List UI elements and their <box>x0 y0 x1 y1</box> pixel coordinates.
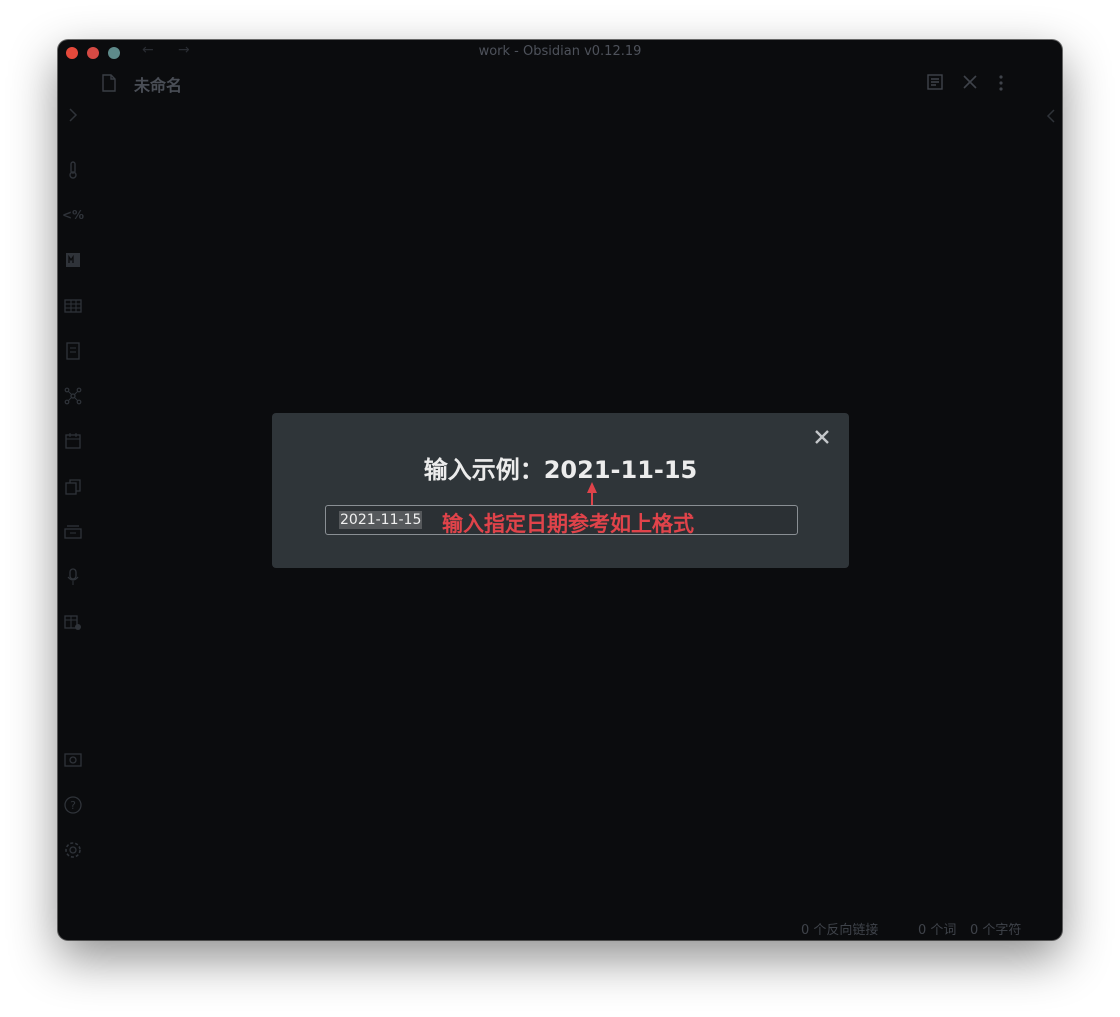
date-input-modal: 输入示例：2021-11-15 2021-11-15 输入指定日期参考如上格式 <box>272 413 849 568</box>
file-title[interactable]: 未命名 <box>134 72 182 96</box>
markdown-icon[interactable] <box>64 251 82 269</box>
obsidian-window: ← → work - Obsidian v0.12.19 未命名 <% ? 0 … <box>58 40 1062 940</box>
status-words: 0 个词 <box>918 923 957 938</box>
annotation-note: 输入指定日期参考如上格式 <box>442 512 694 536</box>
title-bar: ← → work - Obsidian v0.12.19 <box>58 40 1062 66</box>
settings-icon[interactable] <box>64 841 82 859</box>
date-input-value[interactable]: 2021-11-15 <box>339 511 423 529</box>
tab-header: 未命名 <box>58 66 1062 100</box>
date-input[interactable]: 2021-11-15 输入指定日期参考如上格式 <box>325 505 798 536</box>
archive-icon[interactable] <box>64 523 82 541</box>
modal-title: 输入示例：2021-11-15 <box>423 456 698 484</box>
copy-icon[interactable] <box>64 478 82 496</box>
document-icon[interactable] <box>64 342 82 360</box>
status-chars: 0 个字符 <box>970 923 1022 938</box>
templater-icon[interactable]: <% <box>62 206 84 224</box>
table-icon[interactable] <box>64 297 82 315</box>
svg-text:?: ? <box>70 799 76 812</box>
status-backlinks[interactable]: 0 个反向链接 <box>801 919 878 938</box>
left-ribbon: <% ? <box>58 100 88 940</box>
more-icon[interactable] <box>998 74 1004 96</box>
help-icon[interactable]: ? <box>64 796 82 814</box>
window-title: work - Obsidian v0.12.19 <box>478 44 642 59</box>
close-tab-icon[interactable] <box>962 74 978 94</box>
preview-icon[interactable] <box>927 74 943 94</box>
table-settings-icon[interactable] <box>64 614 82 632</box>
expand-sidebar-icon[interactable] <box>64 106 82 124</box>
expand-right-sidebar-icon[interactable] <box>1046 108 1056 127</box>
vault-icon[interactable] <box>64 751 82 769</box>
calendar-icon[interactable] <box>64 432 82 450</box>
close-icon[interactable] <box>812 427 832 447</box>
file-icon <box>102 74 116 96</box>
thermometer-icon[interactable] <box>64 161 82 179</box>
microphone-icon[interactable] <box>64 568 82 586</box>
graph-icon[interactable] <box>64 387 82 405</box>
